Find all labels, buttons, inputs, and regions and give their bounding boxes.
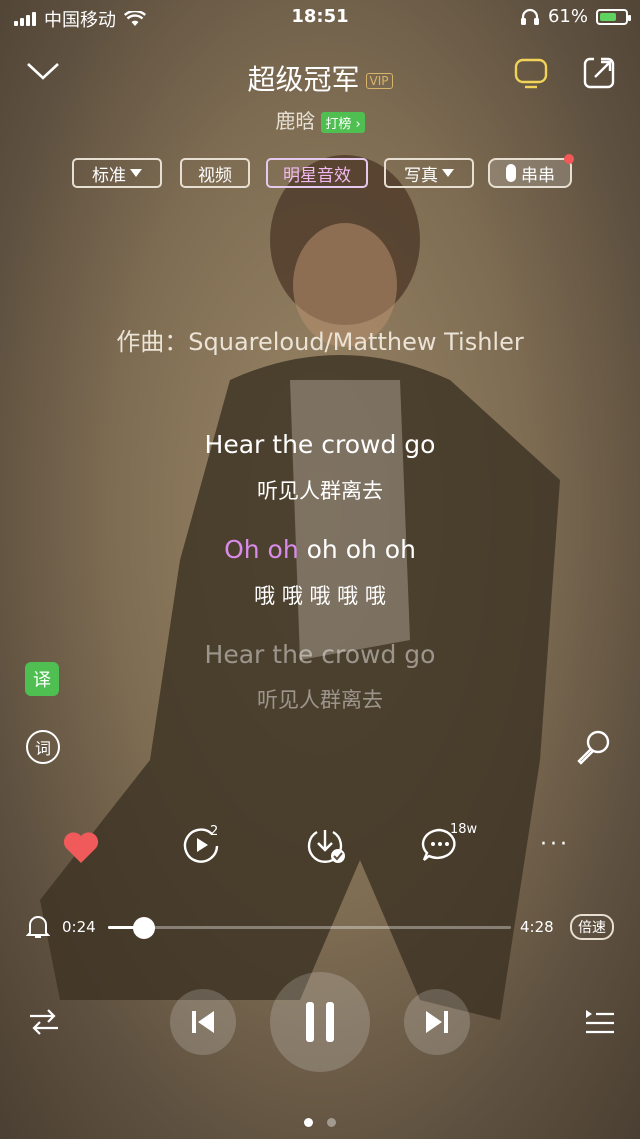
pause-button[interactable] [270,972,370,1072]
lyric-line-2-rest: oh oh oh [298,535,416,564]
quality-chip[interactable]: 标准 [72,158,162,188]
playlist-icon[interactable] [584,1008,616,1036]
artist-row: 鹿晗 打榜 › [0,105,640,134]
video-label: 视频 [198,165,232,186]
song-title: 超级冠军 [247,63,360,96]
lyric-poster-button[interactable]: 词 [26,730,60,764]
lyric-poster-label: 词 [34,739,51,758]
notification-dot [564,154,574,164]
comment-button[interactable]: 18w [420,822,480,866]
previous-button[interactable] [170,989,236,1055]
dropdown-arrow-icon [130,169,142,177]
lyric-line-2-highlight: Oh oh [224,535,299,564]
pause-icon [306,1002,334,1042]
photo-chip[interactable]: 写真 [384,158,474,188]
vip-badge: VIP [365,73,393,89]
progress-thumb[interactable] [133,917,156,939]
lyric-line-2-cn: 哦 哦 哦 哦 哦 [254,584,386,608]
translate-button[interactable]: 译 [25,662,59,696]
lyric-line-1-en: Hear the crowd go [204,430,436,459]
photo-label: 写真 [404,165,438,186]
comment-count: 18w [450,822,478,837]
play-count-button[interactable]: 2 [182,824,222,866]
total-time: 4:28 [520,918,554,936]
battery-icon [596,8,631,25]
bell-icon[interactable] [26,914,50,940]
star-sound-effect-chip[interactable]: 明星音效 [266,158,368,188]
lyric-line-3-en: Hear the crowd go [204,640,436,669]
shuffle-icon[interactable] [28,1008,60,1036]
chuanchuan-label: 串串 [521,165,555,186]
quality-label: 标准 [92,165,126,186]
microphone-icon[interactable] [574,728,612,766]
chart-badge[interactable]: 打榜 › [321,112,365,133]
download-icon[interactable] [304,826,346,866]
current-time: 0:24 [62,918,96,936]
video-chip[interactable]: 视频 [180,158,250,188]
tv-icon[interactable] [514,58,548,90]
battery-percent: 61% [547,6,588,27]
next-button[interactable] [404,989,470,1055]
heart-icon[interactable] [62,830,100,864]
lyric-line-3-cn: 听见人群离去 [257,688,383,712]
star-sound-effect-label: 明星音效 [283,165,351,186]
lyric-line-1-cn: 听见人群离去 [257,479,383,503]
playback-speed-button[interactable]: 倍速 [570,914,614,940]
chuanchuan-chip[interactable]: 串串 [488,154,574,188]
more-icon: ··· [540,832,570,857]
lyric-line-2-en: Oh oh oh oh oh [0,535,640,564]
play-count-badge: 2 [210,824,219,839]
page-dot-1[interactable] [304,1118,313,1127]
progress-row: 0:24 4:28 倍速 [0,912,640,942]
translate-label: 译 [33,670,51,691]
share-icon[interactable] [582,56,616,90]
more-button[interactable]: ··· [540,832,570,857]
toggle-pill-icon [506,164,516,182]
artist-name[interactable]: 鹿晗 [275,109,315,133]
progress-track[interactable] [108,917,511,939]
next-icon [426,1011,448,1033]
composer-credit: 作曲：Squareloud/Matthew Tishler [116,328,524,356]
page-dot-2[interactable] [327,1118,336,1127]
headphones-icon [520,8,539,25]
page-indicator [0,1118,640,1127]
dropdown-arrow-icon [442,169,454,177]
previous-icon [192,1011,214,1033]
status-bar: 中国移动 18:51 61% [0,0,640,36]
